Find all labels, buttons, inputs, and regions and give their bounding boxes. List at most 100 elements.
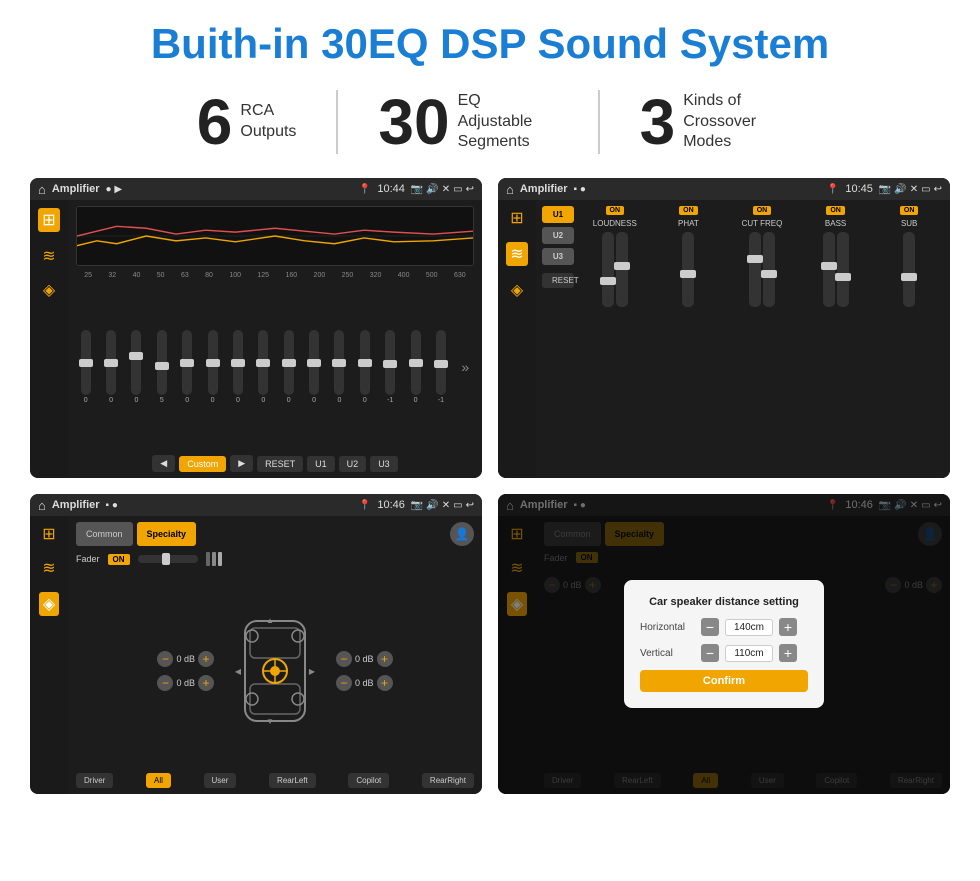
phat-label: PHAT: [678, 219, 699, 228]
vol-ctrl-rear-right: − 0 dB +: [336, 675, 393, 691]
more-icon[interactable]: »: [461, 359, 469, 375]
eq-screen: ⌂ Amplifier ● ▶ 📍 10:44 📷 🔊 ✕ ▭ ↩ ⊞ ≋: [30, 178, 482, 478]
crossover-status-icons: 📷 🔊 ✕ ▭ ↩: [879, 184, 942, 195]
vol-minus-fr[interactable]: −: [336, 651, 352, 667]
back-icon: ↩: [466, 184, 474, 195]
dialog-title: Car speaker distance setting: [640, 596, 808, 608]
fader-speaker-icon[interactable]: ◈: [39, 592, 59, 616]
distance-dialog-overlay: Car speaker distance setting Horizontal …: [498, 494, 950, 794]
eq-content: 2532405063 80100125160200 25032040050063…: [68, 200, 482, 478]
eq-sidebar: ⊞ ≋ ◈: [30, 200, 68, 478]
crossover-x-icon: ✕: [910, 184, 918, 195]
page-title: Buith-in 30EQ DSP Sound System: [30, 20, 950, 68]
copilot-btn[interactable]: Copilot: [348, 773, 389, 788]
all-btn[interactable]: All: [146, 773, 171, 788]
fader-thumb: [162, 553, 170, 565]
cutfreq-label: CUT FREQ: [742, 219, 783, 228]
fader-common-tab[interactable]: Common: [76, 522, 133, 546]
fader-on-toggle[interactable]: ON: [108, 554, 130, 565]
crossover-time: 10:45: [845, 183, 873, 195]
fader-win-icon: ▭: [453, 500, 462, 511]
fader-bars: [206, 552, 222, 566]
eq-speaker-icon[interactable]: ◈: [43, 280, 55, 300]
confirm-button[interactable]: Confirm: [640, 670, 808, 692]
profile-icon[interactable]: 👤: [450, 522, 474, 546]
crossover-wave-icon[interactable]: ≋: [506, 242, 527, 266]
crossover-screen-inner: ⊞ ≋ ◈ U1 U2 U3 RESET ON LOU: [498, 200, 950, 478]
vol-plus-rr[interactable]: +: [377, 675, 393, 691]
vol-plus-rl[interactable]: +: [198, 675, 214, 691]
speaker-diagram: − 0 dB + − 0 dB +: [76, 572, 474, 769]
preset-u3[interactable]: U3: [542, 248, 574, 265]
fader-track[interactable]: [138, 555, 198, 563]
eq-status-bar: ⌂ Amplifier ● ▶ 📍 10:44 📷 🔊 ✕ ▭ ↩: [30, 178, 482, 200]
vol-plus-fl[interactable]: +: [198, 651, 214, 667]
stat-rca-number: 6: [197, 90, 233, 154]
driver-btn[interactable]: Driver: [76, 773, 113, 788]
rear-left-btn[interactable]: RearLeft: [269, 773, 316, 788]
vol-val-fl: 0 dB: [176, 654, 195, 664]
stat-rca: 6 RCAOutputs: [157, 90, 339, 154]
vol-minus-rr[interactable]: −: [336, 675, 352, 691]
fader-screen: ⌂ Amplifier ▪ ● 📍 10:46 📷 🔊 ✕ ▭ ↩ ⊞ ≋: [30, 494, 482, 794]
eq-prev-btn[interactable]: ◀: [152, 455, 175, 472]
crossover-speaker-icon[interactable]: ◈: [511, 280, 523, 300]
preset-col: U1 U2 U3 RESET: [542, 206, 574, 472]
vol-plus-fr[interactable]: +: [377, 651, 393, 667]
eq-filter-icon[interactable]: ⊞: [38, 208, 59, 232]
fader-status-bar: ⌂ Amplifier ▪ ● 📍 10:46 📷 🔊 ✕ ▭ ↩: [30, 494, 482, 516]
fader-specialty-tab[interactable]: Specialty: [137, 522, 197, 546]
fader-app-name: Amplifier: [52, 499, 100, 511]
home-icon[interactable]: ⌂: [38, 182, 46, 197]
fader-wave-icon[interactable]: ≋: [42, 558, 55, 578]
vol-ctrl-rear-left: − 0 dB +: [157, 675, 214, 691]
vertical-minus-btn[interactable]: −: [701, 644, 719, 662]
eq-buttons: ◀ Custom ▶ RESET U1 U2 U3: [76, 455, 474, 472]
preset-u1[interactable]: U1: [542, 206, 574, 223]
car-svg: ▲ ▼ ◀ ▶: [230, 616, 320, 726]
eq-u1-btn[interactable]: U1: [307, 456, 335, 472]
eq-wave-icon[interactable]: ≋: [42, 246, 55, 266]
cutfreq-on-badge: ON: [753, 206, 772, 215]
fader-filter-icon[interactable]: ⊞: [42, 524, 55, 544]
horizontal-plus-btn[interactable]: +: [779, 618, 797, 636]
eq-dots: ● ▶: [106, 184, 123, 195]
preset-u2[interactable]: U2: [542, 227, 574, 244]
fader-location: 📍: [359, 500, 371, 511]
horizontal-minus-btn[interactable]: −: [701, 618, 719, 636]
crossover-amp-content: U1 U2 U3 RESET ON LOUDNESS: [536, 200, 950, 478]
vertical-label: Vertical: [640, 648, 695, 659]
freq-labels: 2532405063 80100125160200 25032040050063…: [76, 272, 474, 279]
eq-play-btn[interactable]: ▶: [230, 455, 253, 472]
vol-minus-fl[interactable]: −: [157, 651, 173, 667]
crossover-filter-icon[interactable]: ⊞: [510, 208, 523, 228]
slider-14: 0: [411, 330, 421, 404]
user-btn[interactable]: User: [204, 773, 237, 788]
loudness-label: LOUDNESS: [593, 219, 637, 228]
vol-minus-rl[interactable]: −: [157, 675, 173, 691]
eq-u2-btn[interactable]: U2: [339, 456, 367, 472]
crossover-location: 📍: [827, 184, 839, 195]
eq-u3-btn[interactable]: U3: [370, 456, 398, 472]
crossover-home-icon[interactable]: ⌂: [506, 182, 514, 197]
rear-right-btn[interactable]: RearRight: [422, 773, 474, 788]
eq-graph: [76, 206, 474, 266]
fader-back-icon: ↩: [466, 500, 474, 511]
fader-home-icon[interactable]: ⌂: [38, 498, 46, 513]
crossover-reset-btn[interactable]: RESET: [542, 273, 574, 288]
sub-label: SUB: [901, 219, 917, 228]
volume-icon: 🔊: [426, 184, 438, 195]
fader-time: 10:46: [377, 499, 405, 511]
stat-eq-number: 30: [378, 90, 449, 154]
close-icon: ✕: [442, 184, 450, 195]
location-icon: 📍: [359, 184, 371, 195]
horizontal-value: 140cm: [725, 619, 773, 636]
slider-9: 0: [284, 330, 294, 404]
vol-ctrl-front-right: − 0 dB +: [336, 651, 393, 667]
eq-reset-btn[interactable]: RESET: [257, 456, 303, 472]
stat-eq: 30 EQ AdjustableSegments: [338, 90, 599, 154]
crossover-sidebar: ⊞ ≋ ◈: [498, 200, 536, 478]
eq-custom-btn[interactable]: Custom: [179, 456, 226, 472]
vertical-plus-btn[interactable]: +: [779, 644, 797, 662]
crossover-cam-icon: 📷: [879, 184, 891, 195]
